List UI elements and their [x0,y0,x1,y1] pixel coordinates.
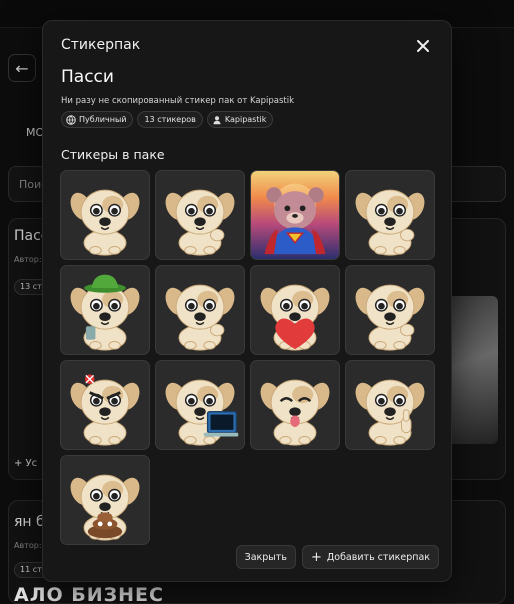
dog-sticker-2 [165,189,235,256]
sticker-count-label: 13 стикеров [144,115,196,124]
sticker-tile[interactable] [250,360,340,450]
arrow-left-icon: ← [15,58,29,78]
visibility-label: Публичный [79,115,127,124]
dog-sticker-11 [260,379,330,446]
dog-sticker-5 [70,274,140,351]
dog-sticker-8 [355,284,425,351]
sticker-tile[interactable] [60,265,150,355]
plus-icon: + [310,549,322,565]
sticker-pack-modal: Стикерпак Пасси Ни разу не скопированный… [42,20,452,582]
globe-icon [66,114,76,125]
sticker-tile[interactable] [345,360,435,450]
dog-laptop-sticker [165,379,239,446]
dog-sticker-6 [165,284,235,351]
author-label: Kapipastik [224,115,267,124]
modal-footer: Закрыть + Добавить стикерпак [235,545,439,569]
card2-banner: АЛО БИЗНЕС [14,584,164,604]
sticker-grid [60,170,436,545]
dog-poop-sticker [70,474,140,541]
sticker-tile[interactable] [345,265,435,355]
add-stickerpack-label: Добавить стикерпак [326,551,430,563]
sticker-tile[interactable] [60,360,150,450]
add-stickerpack-button[interactable]: + Добавить стикерпак [301,545,439,569]
close-modal-button[interactable]: Закрыть [235,545,296,569]
sticker-tile[interactable] [345,170,435,260]
dog-sticker-1 [70,189,140,256]
dog-sticker-4 [355,189,425,256]
sticker-tile[interactable] [250,170,340,260]
sticker-tile[interactable] [60,170,150,260]
sticker-tile[interactable] [155,170,245,260]
back-button[interactable]: ← [8,54,36,82]
pack-description: Ни разу не скопированный стикер пак от K… [61,96,295,106]
visibility-chip: Публичный [61,111,134,128]
pack-name: Пасси [61,67,114,87]
sticker-tile[interactable] [155,265,245,355]
dog-thumbsup-sticker [355,379,425,446]
close-icon [417,40,429,52]
pack-info-chips: Публичный 13 стикеров Kapipastik [61,111,274,128]
dog-heart-sticker [260,284,330,351]
superhero-bear-sticker [264,183,326,255]
dog-sticker-9 [70,374,140,446]
author-chip[interactable]: Kapipastik [206,111,274,128]
sticker-tile[interactable] [250,265,340,355]
user-icon [212,115,222,125]
install-button[interactable]: + Ус [14,458,37,469]
close-button[interactable] [411,34,435,58]
stickers-section-title: Стикеры в паке [61,147,165,162]
sticker-count-chip: 13 стикеров [137,111,203,128]
sticker-tile[interactable] [155,360,245,450]
modal-title: Стикерпак [61,37,141,53]
sticker-tile[interactable] [60,455,150,545]
